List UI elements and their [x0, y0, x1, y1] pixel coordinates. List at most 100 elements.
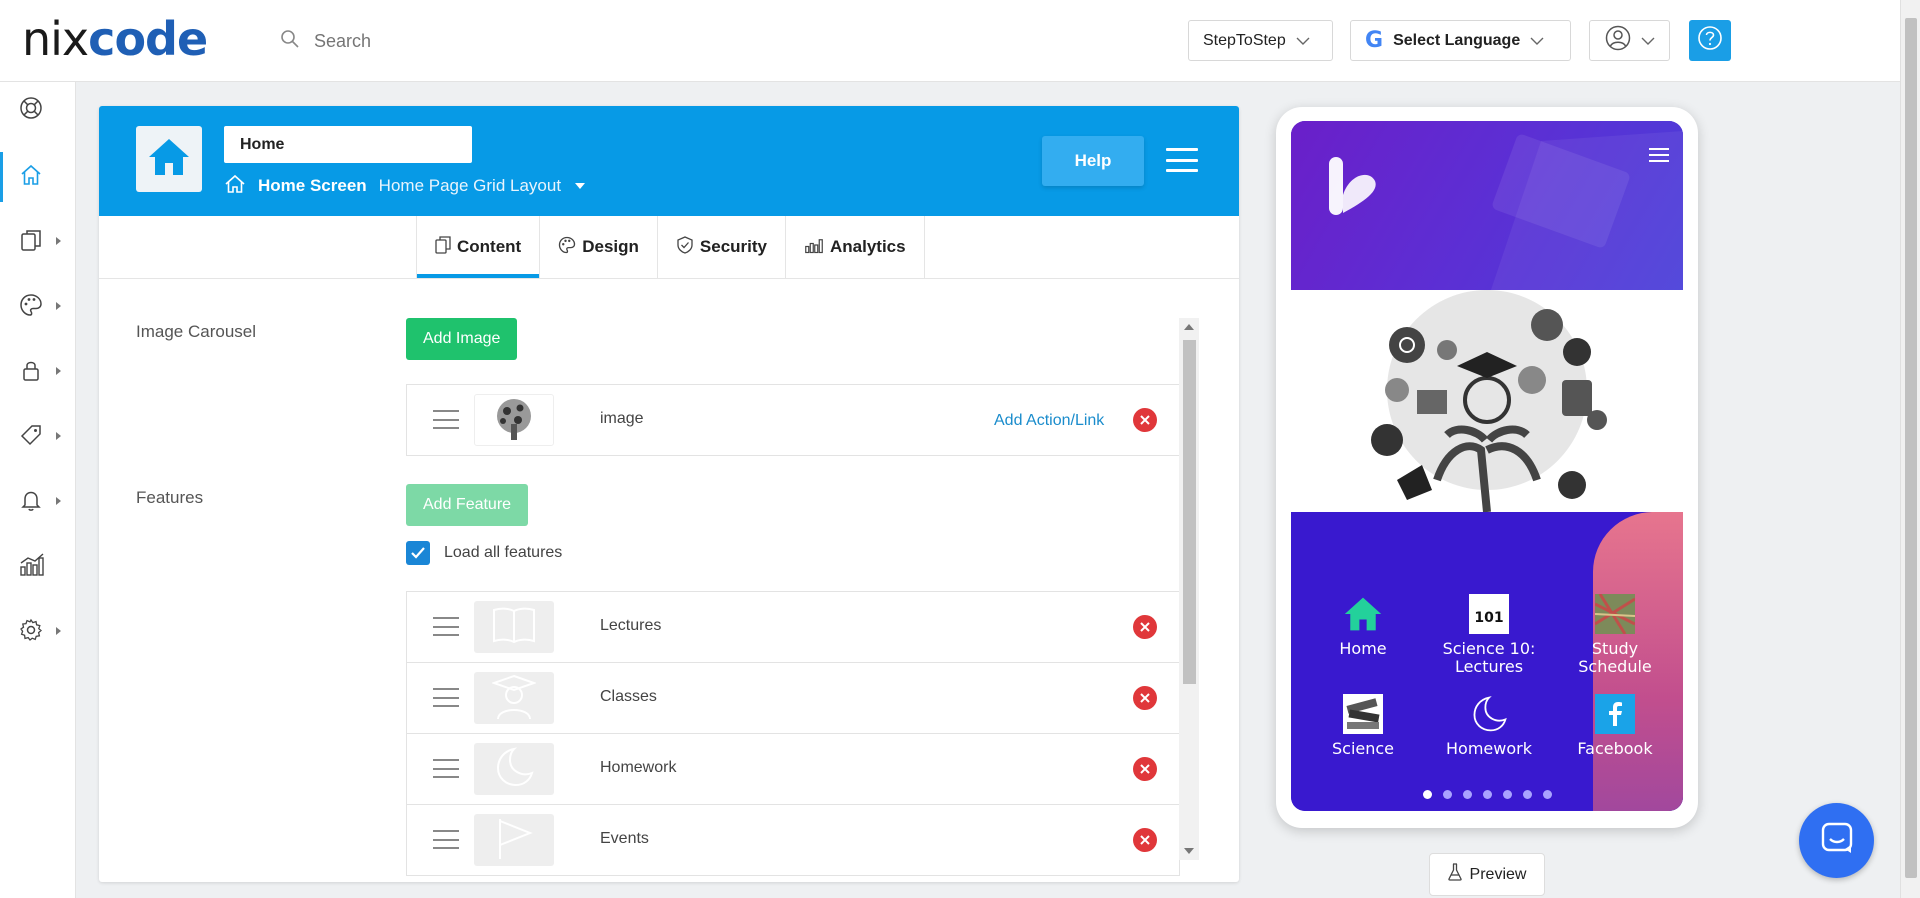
page-dot[interactable]	[1502, 790, 1512, 799]
drag-handle-icon[interactable]	[433, 617, 459, 636]
load-all-checkbox[interactable]	[406, 541, 430, 565]
science-101-icon: 101	[1469, 594, 1509, 634]
search-icon	[280, 29, 300, 54]
tab-security[interactable]: Security	[656, 216, 785, 278]
delete-icon[interactable]	[1133, 686, 1157, 710]
grid-item-science[interactable]: Science	[1303, 694, 1423, 758]
page-dot[interactable]	[1442, 790, 1452, 799]
page-dot[interactable]	[1482, 790, 1492, 799]
scroll-down-icon[interactable]	[1184, 848, 1194, 854]
caret-right-icon	[56, 432, 61, 440]
preview-button-label: Preview	[1469, 865, 1527, 883]
grid-item-label: Study Schedule	[1578, 639, 1652, 676]
tab-security-label: Security	[699, 237, 767, 256]
lifebuoy-icon	[19, 96, 43, 125]
hamburger-menu-icon[interactable]	[1166, 148, 1198, 172]
preview-button[interactable]: Preview	[1429, 853, 1545, 896]
sidebar-item-pages[interactable]	[0, 217, 76, 267]
sidebar-item-support[interactable]	[0, 85, 76, 135]
feature-thumbnail	[474, 672, 554, 724]
drag-handle-icon[interactable]	[433, 830, 459, 849]
feature-label: Events	[600, 830, 649, 847]
delete-icon[interactable]	[1133, 408, 1157, 432]
tab-analytics-label: Analytics	[830, 237, 906, 256]
tab-analytics[interactable]: Analytics	[785, 216, 925, 278]
page-dot[interactable]	[1462, 790, 1472, 799]
grid-item-label: Home	[1339, 639, 1387, 658]
grid-item-science-lectures[interactable]: 101 Science 10: Lectures	[1429, 594, 1549, 676]
add-image-button[interactable]: Add Image	[406, 318, 518, 360]
delete-icon[interactable]	[1133, 828, 1157, 852]
add-feature-button[interactable]: Add Feature	[406, 484, 529, 526]
breadcrumb-screen[interactable]: Home Screen	[258, 176, 367, 196]
language-dropdown[interactable]: G Select Language	[1350, 20, 1571, 61]
grid-item-facebook[interactable]: Facebook	[1555, 694, 1675, 758]
page-dot[interactable]	[1522, 790, 1532, 799]
chevron-down-icon	[1530, 32, 1544, 50]
editor-tabs: Content Design Security Analytics	[416, 216, 925, 278]
chat-icon	[1820, 821, 1854, 860]
search-input[interactable]	[314, 30, 614, 52]
content-scrollbar[interactable]	[1179, 318, 1199, 860]
scroll-up-icon[interactable]	[1184, 324, 1194, 330]
user-menu-dropdown[interactable]	[1589, 20, 1670, 61]
help-button[interactable]: Help	[1042, 136, 1144, 186]
phone-screen: Home 101 Science 10: Lectures Study Sche…	[1291, 121, 1683, 811]
feature-row[interactable]: Homework	[406, 733, 1180, 805]
grid-item-study-schedule[interactable]: Study Schedule	[1555, 594, 1675, 676]
scrollbar-thumb[interactable]	[1183, 340, 1196, 684]
palette-icon	[558, 236, 576, 259]
sidebar-item-settings[interactable]	[0, 607, 76, 657]
caret-right-icon	[56, 497, 61, 505]
tabs-divider	[99, 278, 1239, 279]
screen-icon-tile[interactable]	[136, 126, 202, 192]
grid-item-label: Facebook	[1577, 739, 1653, 758]
palette-icon	[19, 293, 43, 322]
sidebar-item-security[interactable]	[0, 347, 76, 397]
feature-row[interactable]: Events	[406, 804, 1180, 876]
logo-part-2: code	[88, 12, 208, 66]
feature-label: Classes	[600, 688, 657, 705]
book-icon	[490, 605, 538, 650]
grid-item-homework[interactable]: Homework	[1429, 694, 1549, 758]
help-button-top[interactable]	[1689, 20, 1731, 61]
grid-item-home[interactable]: Home	[1303, 594, 1423, 658]
feature-row[interactable]: Classes	[406, 662, 1180, 734]
drag-handle-icon[interactable]	[433, 688, 459, 707]
delete-icon[interactable]	[1133, 615, 1157, 639]
sidebar-item-analytics[interactable]	[0, 542, 76, 592]
feature-row[interactable]: Lectures	[406, 591, 1180, 663]
sidebar-item-design[interactable]	[0, 282, 76, 332]
sidebar-item-home[interactable]	[0, 152, 76, 202]
carousel-image-row[interactable]: image Add Action/Link	[406, 384, 1180, 456]
load-all-label[interactable]: Load all features	[444, 544, 562, 562]
sidebar-item-notifications[interactable]	[0, 477, 76, 527]
home-icon[interactable]	[224, 174, 246, 199]
copy-icon	[435, 235, 451, 259]
page-scrollbar-thumb[interactable]	[1905, 18, 1917, 878]
grid-item-label: Science	[1331, 739, 1395, 758]
chat-support-button[interactable]	[1799, 803, 1874, 878]
phone-menu-icon[interactable]	[1649, 148, 1669, 162]
tab-content[interactable]: Content	[416, 216, 540, 278]
facebook-icon	[1595, 694, 1635, 734]
tab-design[interactable]: Design	[539, 216, 657, 278]
page-scrollbar[interactable]	[1900, 0, 1920, 898]
sidebar-item-tags[interactable]	[0, 412, 76, 462]
page-dot[interactable]	[1542, 790, 1552, 799]
chart-icon	[19, 552, 45, 582]
app-header-image	[1291, 121, 1683, 290]
caret-down-icon[interactable]	[575, 183, 586, 189]
app-logo-icon	[1325, 155, 1381, 224]
drag-handle-icon[interactable]	[433, 410, 459, 429]
delete-icon[interactable]	[1133, 757, 1157, 781]
nixcode-logo[interactable]: nix code	[22, 12, 208, 66]
page-dot[interactable]	[1422, 790, 1432, 799]
question-icon	[1697, 25, 1723, 56]
screen-name-input[interactable]	[224, 126, 472, 163]
tab-content-label: Content	[457, 237, 522, 256]
add-action-link[interactable]: Add Action/Link	[994, 412, 1104, 430]
project-dropdown[interactable]: StepToStep	[1188, 20, 1333, 61]
drag-handle-icon[interactable]	[433, 759, 459, 778]
layout-selector[interactable]: Home Page Grid Layout	[379, 176, 561, 196]
